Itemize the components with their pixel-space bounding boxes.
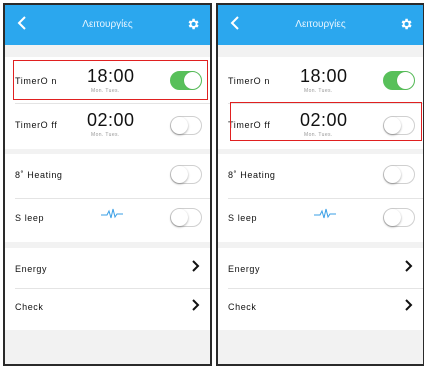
app-header: Λειτουργίες [218,5,423,45]
toggle-knob [171,209,188,226]
phone-screen-right: Λειτουργίες TimerO n 18:00 Mon. Tues. Ti… [216,3,424,366]
chevron-left-icon[interactable] [224,11,246,37]
page-title: Λειτουργίες [82,19,133,30]
heating-toggle[interactable] [170,165,202,184]
sleep-label: S leep [228,213,258,223]
divider [15,198,210,199]
gear-icon[interactable] [182,13,204,35]
phone-screen-left: Λειτουργίες TimerO n 18:00 Mon. Tues. Ti… [3,3,212,366]
check-label[interactable]: Check [228,302,257,312]
toggle-knob [184,72,201,89]
timer-on-days: Mon. Tues. [304,88,333,94]
sleep-label: S leep [15,213,45,223]
gear-icon[interactable] [395,13,417,35]
divider [228,288,423,289]
timer-on-label: TimerO n [15,76,57,86]
toggle-knob [171,166,188,183]
heating-label: 8˚ Heating [228,170,276,180]
chevron-right-icon[interactable] [192,298,200,314]
toggle-knob [384,166,401,183]
sleep-toggle[interactable] [383,208,415,227]
page-title: Λειτουργίες [295,19,346,30]
toggle-knob [384,117,401,134]
chevron-left-icon[interactable] [11,11,33,37]
timer-on-toggle[interactable] [170,71,202,90]
timer-on-days: Mon. Tues. [91,88,120,94]
toggle-knob [171,117,188,134]
chevron-right-icon[interactable] [405,298,413,314]
sleep-wave-icon [101,208,123,219]
timer-off-label: TimerO ff [228,120,271,130]
heating-toggle[interactable] [383,165,415,184]
timer-group: TimerO n 18:00 Mon. Tues. TimerO ff 02:0… [218,57,423,149]
timer-off-time[interactable]: 02:00 [87,110,135,131]
timer-off-toggle[interactable] [383,116,415,135]
sleep-wave-icon [314,208,336,219]
divider [228,198,423,199]
timer-group: TimerO n 18:00 Mon. Tues. TimerO ff 02:0… [5,57,210,149]
timer-off-time[interactable]: 02:00 [300,110,348,131]
energy-label[interactable]: Energy [15,264,47,274]
heating-label: 8˚ Heating [15,170,63,180]
divider [15,103,210,104]
settings-group: Energy Check [218,248,423,330]
timer-on-label: TimerO n [228,76,270,86]
sleep-toggle[interactable] [170,208,202,227]
timer-on-time[interactable]: 18:00 [300,66,348,87]
divider [15,288,210,289]
timer-off-toggle[interactable] [170,116,202,135]
settings-group: Energy Check [5,248,210,330]
divider [228,103,423,104]
app-header: Λειτουργίες [5,5,210,45]
timer-on-toggle[interactable] [383,71,415,90]
timer-off-days: Mon. Tues. [91,132,120,138]
timer-off-days: Mon. Tues. [304,132,333,138]
toggle-knob [384,209,401,226]
timer-off-label: TimerO ff [15,120,58,130]
chevron-right-icon[interactable] [405,259,413,275]
mode-group: 8˚ Heating S leep [218,154,423,242]
mode-group: 8˚ Heating S leep [5,154,210,242]
timer-on-time[interactable]: 18:00 [87,66,135,87]
check-label[interactable]: Check [15,302,44,312]
energy-label[interactable]: Energy [228,264,260,274]
chevron-right-icon[interactable] [192,259,200,275]
toggle-knob [397,72,414,89]
